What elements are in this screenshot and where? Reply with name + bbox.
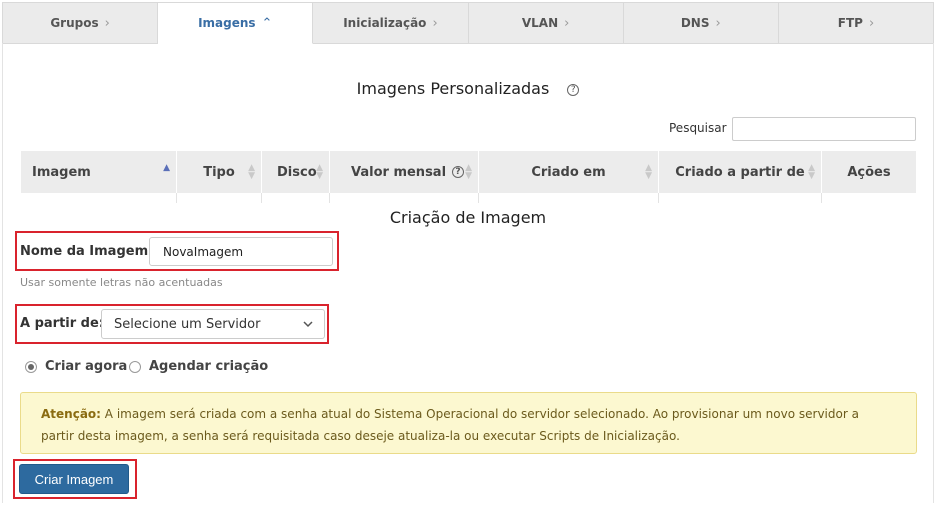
column-label: Disco xyxy=(277,164,317,180)
tab-label: Grupos xyxy=(50,16,99,30)
column-label: Ações xyxy=(847,164,891,180)
source-server-value: Selecione um Servidor xyxy=(114,316,261,332)
chevron-up-icon: ⌃ xyxy=(261,15,273,31)
chevron-right-icon: › xyxy=(432,15,438,31)
chevron-right-icon: › xyxy=(104,15,110,31)
form-title: Criação de Imagem xyxy=(389,208,547,227)
tab-inicializacao[interactable]: Inicialização › xyxy=(313,2,469,44)
column-label: Valor mensal xyxy=(351,164,447,180)
alert-text: A imagem será criada com a senha atual d… xyxy=(104,407,859,421)
sort-icon: ▲ ▼ xyxy=(808,163,815,181)
column-header-disco[interactable]: Disco ▲ ▼ xyxy=(262,151,330,193)
column-label: Imagem xyxy=(32,164,91,180)
tab-vlan[interactable]: VLAN › xyxy=(468,2,624,44)
help-icon[interactable]: ? xyxy=(452,166,465,178)
column-label: Criado a partir de xyxy=(675,164,805,180)
search-input[interactable] xyxy=(732,117,916,141)
column-header-criado-em[interactable]: Criado em ▲ ▼ xyxy=(479,151,659,193)
column-header-imagem[interactable]: Imagem ▲ xyxy=(21,151,177,193)
page-title-text: Imagens Personalizadas xyxy=(356,79,550,98)
chevron-right-icon: › xyxy=(564,15,570,31)
alert-line: partir desta imagem, a senha será requis… xyxy=(41,429,680,443)
radio-button-checked[interactable] xyxy=(25,360,37,373)
tab-ftp[interactable]: FTP › xyxy=(778,2,935,44)
sort-asc-icon: ▲ xyxy=(163,163,170,173)
alert-line: Atenção: A imagem será criada com a senh… xyxy=(41,403,896,425)
tab-label: Imagens xyxy=(198,16,256,30)
image-name-hint: Usar somente letras não acentuadas xyxy=(20,276,223,289)
chevron-right-icon: › xyxy=(868,15,875,31)
chevron-down-icon xyxy=(303,321,313,328)
column-label: Tipo xyxy=(203,164,235,180)
chevron-right-icon: › xyxy=(715,15,721,31)
column-header-tipo[interactable]: Tipo ▲ ▼ xyxy=(177,151,262,193)
column-header-criado-a-partir-de[interactable]: Criado a partir de ▲ ▼ xyxy=(659,151,822,193)
sort-icon: ▲ ▼ xyxy=(248,163,255,181)
image-name-label: Nome da Imagem: xyxy=(20,244,154,259)
tab-dns[interactable]: DNS › xyxy=(623,2,779,44)
help-icon[interactable]: ? xyxy=(567,84,580,96)
table-body xyxy=(21,193,916,203)
radio-label: Agendar criação xyxy=(149,359,269,374)
table-header: Imagem ▲ Tipo ▲ ▼ Disco ▲ ▼ Valor mensal ?… xyxy=(21,151,916,193)
sort-icon: ▲ ▼ xyxy=(645,163,652,181)
tab-imagens[interactable]: Imagens ⌃ xyxy=(158,2,314,44)
tab-label: VLAN xyxy=(521,16,559,30)
create-image-button[interactable]: Criar Imagem xyxy=(19,464,129,494)
tab-label: FTP xyxy=(837,16,863,30)
page-title: Imagens Personalizadas? xyxy=(0,79,936,98)
source-label: A partir de: xyxy=(20,316,105,331)
sort-icon: ▲ ▼ xyxy=(465,163,472,181)
tab-grupos[interactable]: Grupos › xyxy=(2,2,159,44)
warning-alert: Atenção: A imagem será criada com a senh… xyxy=(20,392,917,454)
radio-button[interactable] xyxy=(129,360,141,373)
column-header-acoes: Ações xyxy=(822,151,916,193)
radio-label: Criar agora xyxy=(45,359,128,374)
tab-bar: Grupos › Imagens ⌃ Inicialização › VLAN › DN… xyxy=(2,2,935,44)
column-header-valor-mensal[interactable]: Valor mensal ? ▲ ▼ xyxy=(330,151,479,193)
search-label: Pesquisar xyxy=(669,121,727,135)
source-server-select[interactable]: Selecione um Servidor xyxy=(101,309,325,339)
sort-icon: ▲ ▼ xyxy=(316,163,323,181)
tab-label: Inicialização xyxy=(343,16,427,30)
tab-label: DNS xyxy=(680,16,710,30)
radio-create-now[interactable]: Criar agora xyxy=(25,359,127,374)
radio-schedule[interactable]: Agendar criação xyxy=(129,359,268,374)
alert-strong: Atenção: xyxy=(41,407,101,421)
column-label: Criado em xyxy=(531,164,606,180)
image-name-input[interactable] xyxy=(149,237,333,266)
